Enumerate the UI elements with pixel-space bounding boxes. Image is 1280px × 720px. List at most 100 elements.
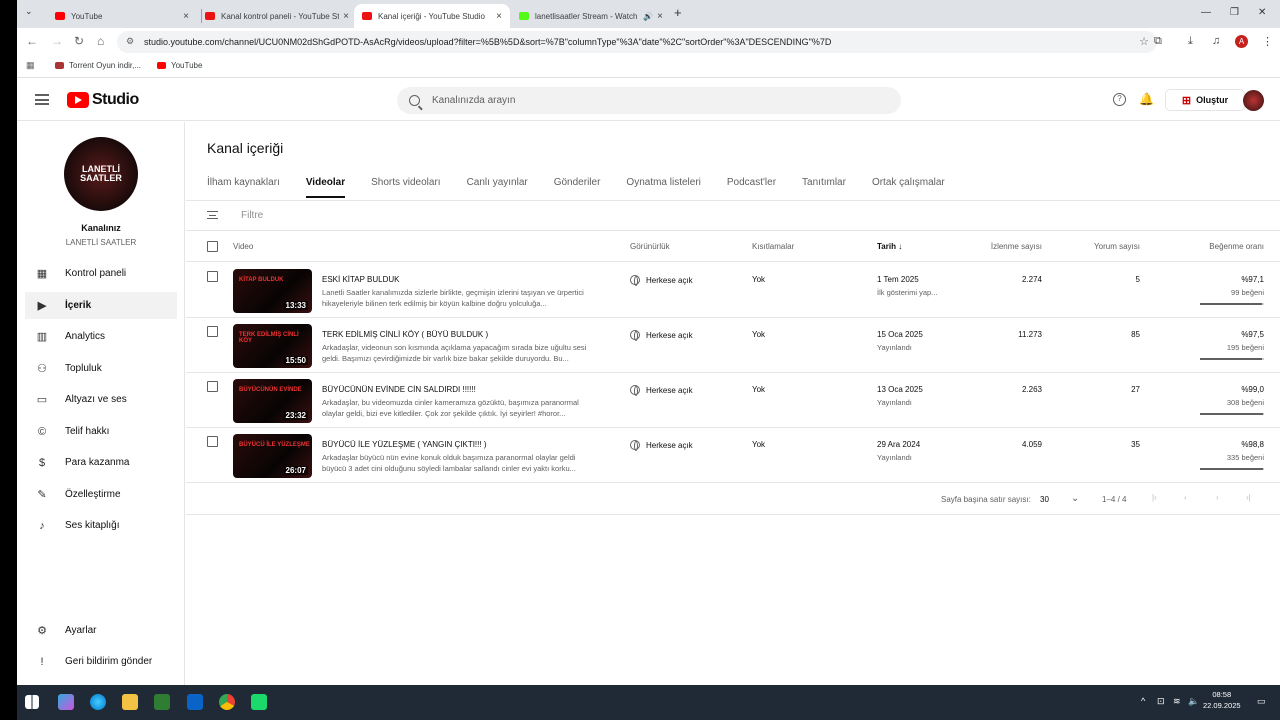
home-icon[interactable]: ⌂ (97, 34, 104, 48)
video-thumbnail[interactable]: KİTAP BULDUK 13:33 (233, 269, 312, 313)
filter-input[interactable]: Filtre (241, 210, 263, 221)
tab-kick-stream[interactable]: lanetlisaatler Stream - Watch 🔊 × (511, 4, 671, 28)
column-date[interactable]: Tarih ↓ (877, 242, 902, 251)
row-checkbox[interactable] (207, 436, 218, 447)
last-page-icon[interactable]: ›| (1246, 493, 1251, 502)
first-page-icon[interactable]: |‹ (1152, 493, 1157, 502)
new-tab-button[interactable]: + (674, 5, 682, 20)
visibility-cell[interactable]: Herkese açık (630, 275, 693, 286)
sidebar-item-copyright[interactable]: © Telif hakkı (25, 418, 177, 445)
close-tab-icon[interactable]: × (343, 11, 349, 22)
volume-icon[interactable]: 🔈 (1188, 696, 1199, 707)
windows-start-icon[interactable] (25, 695, 39, 709)
column-likes[interactable]: Beğenme oranı (1209, 242, 1264, 251)
tab-live[interactable]: Canlı yayınlar (467, 177, 528, 198)
apps-grid-icon[interactable]: ▦ (26, 60, 35, 71)
chevron-down-icon[interactable]: ⌄ (1071, 493, 1079, 504)
tab-kontrol-paneli[interactable]: Kanal kontrol paneli - YouTube Studio × (197, 4, 357, 28)
file-explorer-icon[interactable] (122, 694, 138, 710)
video-thumbnail[interactable]: BÜYÜCÜ İLE YÜZLEŞME 26:07 (233, 434, 312, 478)
tab-posts[interactable]: Gönderiler (554, 177, 601, 198)
row-checkbox[interactable] (207, 326, 218, 337)
column-visibility[interactable]: Görünürlük (630, 242, 670, 251)
visibility-cell[interactable]: Herkese açık (630, 385, 693, 396)
rows-per-page-select[interactable]: 30 (1040, 495, 1049, 504)
show-hidden-icons-chevron-icon[interactable]: ^ (1141, 696, 1145, 706)
column-restrictions[interactable]: Kısıtlamalar (752, 242, 794, 251)
media-controls-icon[interactable]: ♫ (1212, 35, 1220, 47)
sidebar-item-feedback[interactable]: ! Geri bildirim gönder (25, 648, 177, 675)
app-icon[interactable] (251, 694, 267, 710)
column-comments[interactable]: Yorum sayısı (1094, 242, 1140, 251)
studio-logo[interactable]: Studio (67, 91, 139, 109)
video-title[interactable]: TERK EDİLMİŞ CİNLİ KÖY ( BÜYÜ BULDUK ) (322, 330, 488, 339)
create-button[interactable]: ⊞ Oluştur (1165, 89, 1245, 111)
sidebar-item-dashboard[interactable]: ▦ Kontrol paneli (25, 260, 177, 287)
table-row[interactable]: TERK EDİLMİŞ CİNLİ KÖY 15:50 TERK EDİLMİŞ… (186, 318, 1280, 373)
visibility-cell[interactable]: Herkese açık (630, 440, 693, 451)
sidebar-item-subtitles[interactable]: ▭ Altyazı ve ses (25, 386, 177, 413)
column-views[interactable]: İzlenme sayısı (991, 242, 1042, 251)
bookmark-star-icon[interactable]: ☆ (1139, 35, 1149, 48)
sidebar-item-monetization[interactable]: $ Para kazanma (25, 449, 177, 476)
sidebar-item-customization[interactable]: ✎ Özelleştirme (25, 481, 177, 508)
video-title[interactable]: BÜYÜCÜNÜN EVİNDE CİN SALDIRDI !!!!!! (322, 385, 476, 394)
video-thumbnail[interactable]: TERK EDİLMİŞ CİNLİ KÖY 15:50 (233, 324, 312, 368)
profile-avatar[interactable]: A (1235, 35, 1248, 48)
menu-kebab-icon[interactable]: ⋮ (1262, 35, 1273, 48)
restore-icon[interactable]: ❐ (1230, 7, 1239, 18)
tab-kanal-icerigi[interactable]: Kanal içeriği - YouTube Studio × (354, 4, 510, 28)
select-all-checkbox[interactable] (207, 241, 218, 252)
system-clock[interactable]: 08:58 22.09.2025 (1203, 689, 1241, 711)
row-checkbox[interactable] (207, 381, 218, 392)
notifications-bell-icon[interactable]: 🔔 (1139, 92, 1154, 106)
tab-shorts[interactable]: Shorts videoları (371, 177, 440, 198)
video-title[interactable]: ESKİ KİTAP BULDUK (322, 275, 400, 284)
sidebar-item-content[interactable]: ▶ İçerik (25, 292, 177, 319)
tab-inspiration[interactable]: İlham kaynakları (207, 177, 280, 198)
visibility-cell[interactable]: Herkese açık (630, 330, 693, 341)
previous-page-icon[interactable]: ‹ (1184, 493, 1187, 502)
sidebar-item-community[interactable]: ⚇ Topluluk (25, 355, 177, 382)
help-icon[interactable]: ? (1113, 93, 1126, 106)
close-tab-icon[interactable]: × (657, 11, 663, 22)
channel-search-input[interactable]: Kanalınızda arayın (397, 87, 901, 114)
store-icon[interactable] (154, 694, 170, 710)
minimize-icon[interactable]: — (1201, 7, 1211, 18)
sidebar-item-settings[interactable]: ⚙ Ayarlar (25, 617, 177, 644)
video-thumbnail[interactable]: BÜYÜCÜNÜN EVİNDE 23:32 (233, 379, 312, 423)
back-icon[interactable]: ← (26, 34, 38, 48)
account-avatar[interactable] (1243, 90, 1264, 111)
tab-podcasts[interactable]: Podcast'ler (727, 177, 776, 198)
edge-icon[interactable] (90, 694, 106, 710)
channel-avatar[interactable]: LANETLİ SAATLER (64, 137, 138, 211)
tab-youtube[interactable]: YouTube × (47, 4, 197, 28)
close-tab-icon[interactable]: × (183, 11, 189, 22)
table-row[interactable]: BÜYÜCÜ İLE YÜZLEŞME 26:07 BÜYÜCÜ İLE YÜZL… (186, 428, 1280, 483)
video-title[interactable]: BÜYÜCÜ İLE YÜZLEŞME ( YANGIN ÇIKTI!!! ) (322, 440, 486, 449)
downloads-icon[interactable]: ⤓ (1188, 35, 1193, 48)
row-checkbox[interactable] (207, 271, 218, 282)
wifi-icon[interactable]: ≋ (1173, 696, 1181, 707)
table-row[interactable]: BÜYÜCÜNÜN EVİNDE 23:32 BÜYÜCÜNÜN EVİNDE C… (186, 373, 1280, 428)
notification-center-icon[interactable]: ▭ (1257, 696, 1266, 707)
bookmark-torrent[interactable]: Torrent Oyun indir,... (55, 61, 141, 70)
site-info-icon[interactable]: ⚙ (126, 36, 134, 47)
sidebar-item-analytics[interactable]: ▥ Analytics (25, 323, 177, 350)
table-row[interactable]: KİTAP BULDUK 13:33 ESKİ KİTAP BULDUK Lane… (186, 263, 1280, 318)
filter-bar[interactable]: Filtre (186, 201, 1280, 231)
close-tab-icon[interactable]: × (496, 11, 502, 22)
filter-icon[interactable] (207, 211, 218, 219)
chrome-icon[interactable] (219, 694, 235, 710)
network-icon[interactable]: ⊡ (1157, 696, 1165, 707)
tab-videos[interactable]: Videolar (305, 177, 346, 198)
next-page-icon[interactable]: › (1216, 493, 1219, 502)
tab-playlists[interactable]: Oynatma listeleri (626, 177, 700, 198)
forward-icon[interactable]: → (51, 34, 63, 48)
outlook-icon[interactable] (187, 694, 203, 710)
reload-icon[interactable]: ↻ (74, 34, 84, 48)
bookmark-youtube[interactable]: YouTube (157, 61, 202, 70)
extensions-icon[interactable]: ⧉ (1154, 35, 1162, 48)
close-window-icon[interactable]: ✕ (1258, 7, 1266, 18)
copilot-icon[interactable] (58, 694, 74, 710)
